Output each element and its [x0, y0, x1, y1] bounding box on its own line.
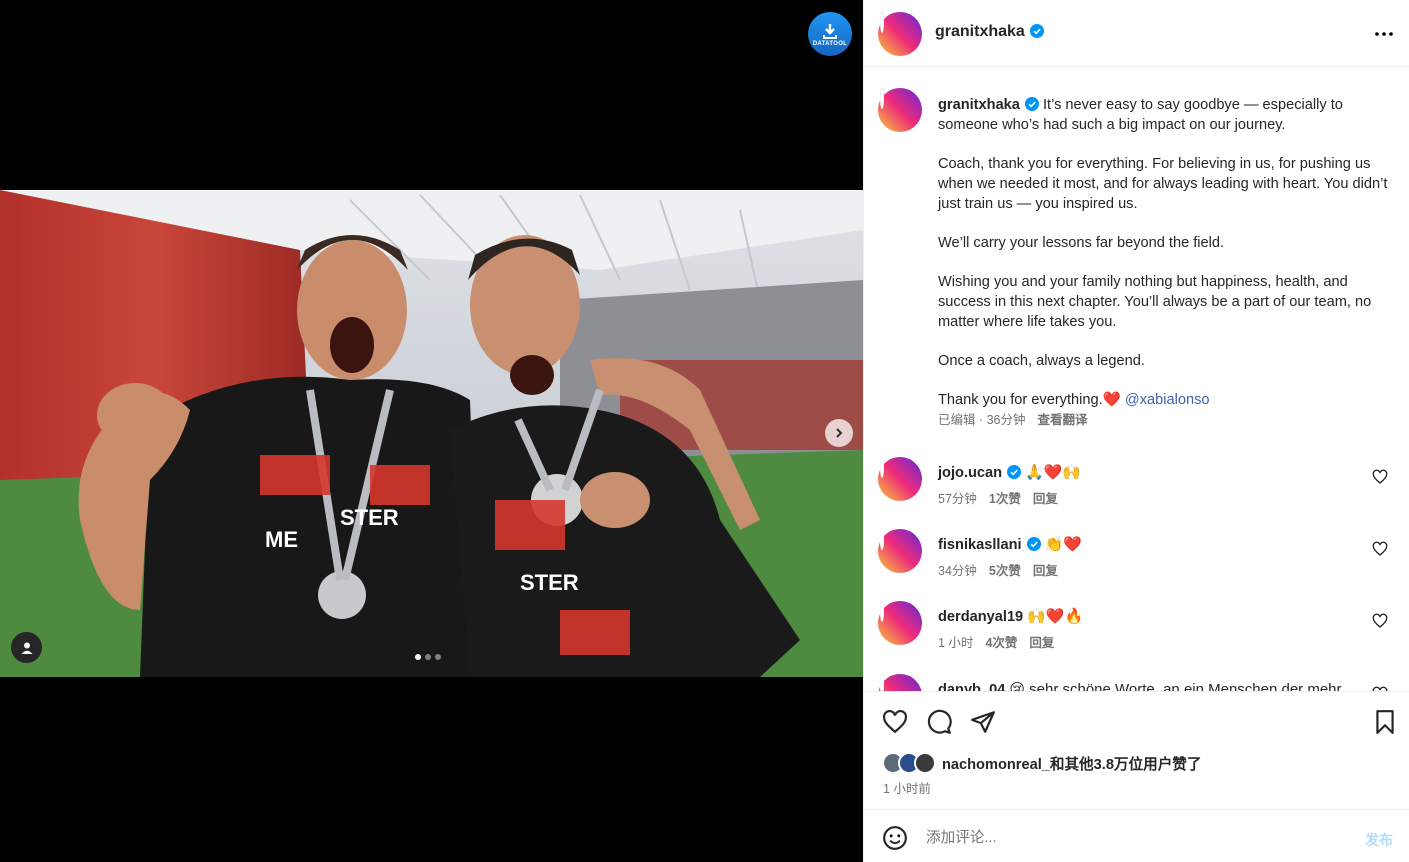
download-label: DATATOOL	[812, 40, 848, 47]
emoji-icon[interactable]	[882, 825, 908, 851]
download-icon	[823, 23, 837, 39]
comment-text: 😢 sehr schöne Worte, an ein Menschen der…	[1009, 681, 1342, 691]
commenter-avatar[interactable]	[878, 529, 922, 573]
caption-username[interactable]: granitxhaka	[938, 97, 1020, 113]
caption-paragraph: Once a coach, always a legend.	[938, 353, 1145, 369]
comment-item: jojo.ucan 🙏❤️🙌 57分钟 1次赞 回复	[864, 457, 1409, 527]
caption-text: granitxhaka It’s never easy to say goodb…	[938, 95, 1398, 428]
comment-username[interactable]: fisnikasllani	[938, 537, 1022, 553]
carousel-dot	[415, 654, 421, 660]
commenter-avatar[interactable]	[878, 457, 922, 501]
share-icon[interactable]	[970, 709, 996, 735]
comment-text: 👏❤️	[1044, 536, 1082, 553]
carousel-dot	[425, 654, 431, 660]
post-time: 1 小时前	[883, 782, 931, 796]
reply-link[interactable]: 回复	[1029, 636, 1054, 650]
comment-username[interactable]: derdanyal19	[938, 609, 1023, 625]
post-header: granitxhaka	[864, 0, 1409, 67]
comment-likes[interactable]: 5次赞	[989, 564, 1021, 578]
carousel-next-button[interactable]	[825, 419, 853, 447]
caption-paragraph: Thank you for everything.	[938, 392, 1103, 408]
comment-username[interactable]: danyb_04	[938, 682, 1005, 691]
verified-badge-icon	[1029, 24, 1044, 38]
comment-icon[interactable]	[926, 709, 952, 735]
more-options-icon[interactable]	[1372, 22, 1396, 46]
likes-text[interactable]: nachomonreal_和其他3.8万位用户赞了	[942, 753, 1202, 774]
likes-summary[interactable]: nachomonreal_和其他3.8万位用户赞了	[882, 752, 1202, 774]
commenter-avatar[interactable]	[878, 601, 922, 645]
svg-text:STER: STER	[340, 505, 399, 530]
caption-meta: 已编辑 · 36分钟 查看翻译	[938, 413, 1088, 427]
caption-paragraph: Coach, thank you for everything. For bel…	[938, 156, 1388, 212]
caption-paragraph: We’ll carry your lessons far beyond the …	[938, 235, 1225, 251]
comment-time: 34分钟	[938, 564, 977, 578]
verified-badge-icon	[1026, 537, 1041, 551]
comment-item: fisnikasllani 👏❤️ 34分钟 5次赞 回复	[864, 529, 1409, 599]
like-comment-icon[interactable]	[1372, 541, 1388, 557]
author-avatar[interactable]	[878, 12, 922, 56]
download-button[interactable]: DATATOOL	[808, 12, 852, 56]
like-icon[interactable]	[882, 709, 908, 735]
author-username-header[interactable]: granitxhaka	[935, 23, 1044, 41]
post-photo[interactable]: ME STER STER	[0, 190, 863, 677]
commenter-avatar[interactable]	[878, 674, 922, 691]
comment-text: 🙌❤️🔥	[1027, 608, 1084, 625]
comment-time: 57分钟	[938, 492, 977, 506]
save-bookmark-icon[interactable]	[1372, 709, 1398, 735]
comments-scroll-area[interactable]: granitxhaka It’s never easy to say goodb…	[864, 68, 1409, 691]
author-avatar[interactable]	[878, 88, 922, 132]
comment-username[interactable]: jojo.ucan	[938, 465, 1002, 481]
carousel-dot	[435, 654, 441, 660]
reply-link[interactable]: 回复	[1033, 564, 1058, 578]
comment-likes[interactable]: 1次赞	[989, 492, 1021, 506]
reply-link[interactable]: 回复	[1033, 492, 1058, 506]
comment-item: derdanyal19 🙌❤️🔥 1 小时 4次赞 回复	[864, 601, 1409, 671]
chevron-right-icon	[836, 428, 843, 438]
comment-composer: 发布	[864, 809, 1409, 862]
post-actions: nachomonreal_和其他3.8万位用户赞了 1 小时前	[864, 691, 1409, 809]
comment-likes[interactable]: 4次赞	[985, 636, 1017, 650]
carousel-indicator	[415, 654, 441, 660]
verified-badge-icon	[1024, 97, 1039, 111]
comment-item: danyb_04 😢 sehr schöne Worte, an ein Mens…	[864, 674, 1409, 691]
caption-paragraph: Wishing you and your family nothing but …	[938, 274, 1372, 330]
heart-emoji: ❤️	[1102, 392, 1121, 408]
post-side-panel: granitxhaka granitxhaka It’s never easy …	[863, 0, 1409, 862]
like-comment-icon[interactable]	[1372, 469, 1388, 485]
tagged-users-button[interactable]	[11, 632, 42, 663]
comment-text: 🙏❤️🙌	[1025, 464, 1082, 481]
verified-badge-icon	[1007, 465, 1022, 479]
post-comment-button[interactable]: 发布	[1365, 830, 1393, 850]
svg-text:ME: ME	[265, 527, 298, 552]
svg-text:STER: STER	[520, 570, 579, 595]
comment-time: 1 小时	[938, 636, 974, 650]
mention-link[interactable]: @xabialonso	[1125, 392, 1210, 408]
user-icon	[21, 642, 32, 654]
like-comment-icon[interactable]	[1372, 613, 1388, 629]
liker-avatar	[914, 752, 936, 774]
see-translation-link[interactable]: 查看翻译	[1038, 413, 1088, 427]
media-pane: ME STER STER DATATOOL	[0, 0, 863, 862]
comment-input[interactable]	[926, 827, 1326, 849]
instagram-post-modal: ME STER STER DATATOOL granitxhaka granit…	[0, 0, 1409, 862]
